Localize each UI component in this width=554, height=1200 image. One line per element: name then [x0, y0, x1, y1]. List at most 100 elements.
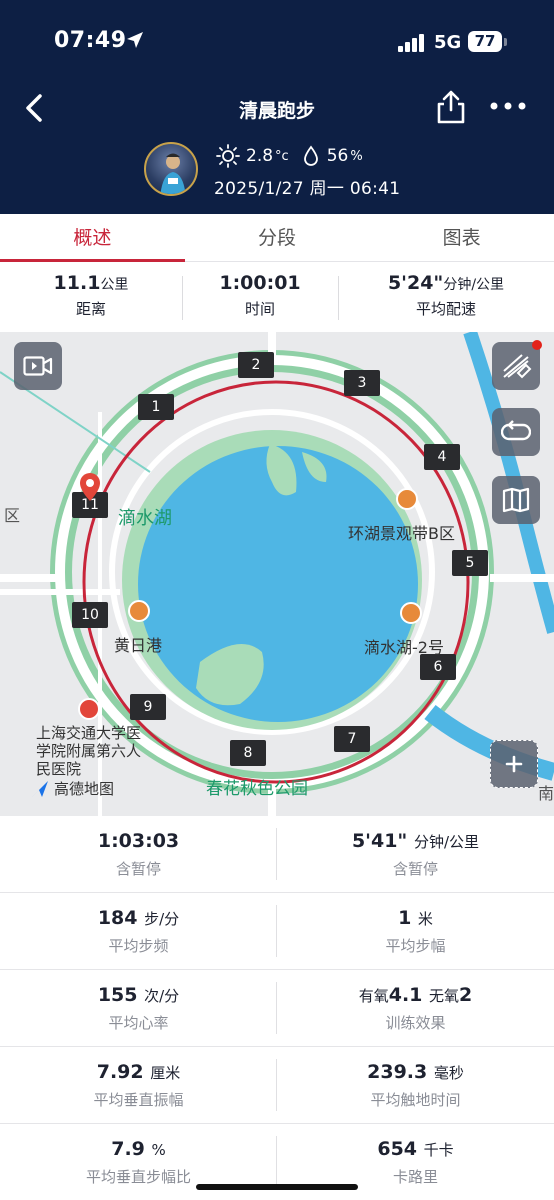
stride-label: 平均步幅: [385, 937, 446, 955]
humidity-value: 56: [326, 146, 349, 166]
cadence-label: 平均步频: [108, 937, 169, 955]
training-effect-label: 训练效果: [385, 1014, 446, 1032]
hospital-icon: [78, 698, 100, 720]
total-pace-unit: 分钟/公里: [413, 833, 480, 851]
status-bar: 07:49 5G 77: [0, 0, 554, 80]
km-marker-1: 1: [138, 394, 174, 420]
map-edge-right-label: 南: [538, 784, 554, 803]
zoom-in-button[interactable]: [490, 740, 538, 788]
calories-unit: 千卡: [423, 1141, 454, 1159]
video-button[interactable]: [14, 342, 62, 390]
total-time-cell: 1:03:03 含暂停: [0, 816, 277, 893]
avatar-figure-icon: [160, 153, 186, 194]
summary-stats: 11.1公里 距离 1:00:01 时间 5'24"分钟/公里 平均配速: [0, 262, 554, 332]
ground-contact-label: 平均触地时间: [370, 1091, 461, 1109]
heart-rate-unit: 次/分: [144, 987, 180, 1005]
map-provider-logo: 高德地图: [30, 778, 114, 799]
lake-label: 滴水湖: [118, 508, 172, 529]
cadence-unit: 步/分: [144, 910, 180, 928]
distance-label: 距离: [75, 300, 106, 318]
loop-icon: [501, 420, 531, 441]
page-title: 清晨跑步: [238, 100, 315, 122]
temperature-unit: °c: [275, 148, 289, 164]
network-type: 5G: [434, 32, 462, 53]
map-layer-icon: [502, 487, 530, 513]
total-pace-value: 5'41": [351, 830, 408, 852]
more-options-button[interactable]: [488, 96, 528, 116]
avatar[interactable]: [144, 142, 198, 196]
header-bar: 07:49 5G 77 清晨跑步 2.8 °c 56 % 2025/1/27 周…: [0, 0, 554, 214]
time-value: 1:00:01: [219, 272, 301, 294]
anaerobic-value: 2: [459, 984, 473, 1006]
poi-scenic-b-label: 环湖景观带B区: [348, 524, 455, 543]
detail-stats: 1:03:03 含暂停 5'41" 分钟/公里 含暂停 184 步/分 平均步频…: [0, 816, 554, 1200]
park-label: 春花秋色公园: [206, 779, 308, 799]
activity-datetime: 2025/1/27 周一 06:41: [214, 179, 401, 199]
poi-huangri-icon: [128, 600, 150, 622]
hospital-name: 上海交通大学医学院附属第六人民医院: [36, 724, 142, 778]
time-label: 时间: [244, 300, 275, 318]
aerobic-label: 有氧: [358, 987, 389, 1005]
poi-dishui2-label: 滴水湖-2号: [364, 638, 444, 657]
km-marker-4: 4: [424, 444, 460, 470]
ground-contact-value: 239.3: [367, 1061, 428, 1083]
detail-row: 155 次/分 平均心率 有氧4.1 无氧2 训练效果: [0, 970, 554, 1047]
start-pin-icon: [80, 473, 100, 501]
anaerobic-label: 无氧: [429, 987, 460, 1005]
km-marker-8: 8: [230, 740, 266, 766]
share-button[interactable]: [434, 88, 468, 126]
ground-contact-cell: 239.3 毫秒 平均触地时间: [277, 1047, 554, 1124]
map-layer-button[interactable]: [492, 476, 540, 524]
amap-logo-icon: [32, 780, 48, 797]
km-marker-9: 9: [130, 694, 166, 720]
vertical-osc-value: 7.92: [96, 1061, 144, 1083]
km-marker-10: 10: [72, 602, 108, 628]
vertical-osc-cell: 7.92 厘米 平均垂直振幅: [0, 1047, 277, 1124]
stride-unit: 米: [417, 910, 433, 928]
map-edge-left-label: 区: [4, 506, 21, 525]
home-indicator[interactable]: [196, 1184, 358, 1190]
cadence-cell: 184 步/分 平均步频: [0, 893, 277, 970]
tab-charts[interactable]: 图表: [369, 214, 554, 261]
km-marker-2: 2: [238, 352, 274, 378]
distance-unit: 公里: [100, 277, 129, 293]
detail-row: 184 步/分 平均步频 1 米 平均步幅: [0, 893, 554, 970]
battery-icon: 77: [468, 31, 502, 52]
poi-scenic-b-icon: [396, 488, 418, 510]
replay-button[interactable]: [492, 408, 540, 456]
tab-overview[interactable]: 概述: [0, 214, 185, 262]
location-arrow-icon: [127, 32, 143, 48]
ground-contact-unit: 毫秒: [433, 1064, 464, 1082]
heart-rate-cell: 155 次/分 平均心率: [0, 970, 277, 1047]
total-pace-cell: 5'41" 分钟/公里 含暂停: [277, 816, 554, 893]
track-style-button[interactable]: [492, 340, 542, 390]
vertical-ratio-value: 7.9: [111, 1138, 145, 1160]
pace-label: 平均配速: [415, 300, 476, 318]
tab-bar: 概述 分段 图表: [0, 214, 554, 262]
training-effect-cell: 有氧4.1 无氧2 训练效果: [277, 970, 554, 1047]
signal-icon: [398, 34, 424, 52]
plus-icon: [505, 755, 523, 773]
humidity-unit: %: [350, 148, 363, 164]
summary-time: 1:00:01 时间: [182, 262, 338, 332]
notification-dot: [532, 340, 542, 350]
poi-dishui2-icon: [400, 602, 422, 624]
distance-value: 11.1: [53, 272, 101, 294]
total-pace-label: 含暂停: [392, 860, 438, 878]
tab-splits[interactable]: 分段: [185, 214, 370, 261]
battery-tip: [504, 38, 507, 46]
stride-cell: 1 米 平均步幅: [277, 893, 554, 970]
poi-huangri-label: 黄日港: [114, 636, 163, 655]
route-map[interactable]: 1 2 3 4 5 6 7 8 9 10 11 滴水湖 环湖景观带B区 黄日港 …: [0, 332, 554, 816]
map-provider-name: 高德地图: [54, 780, 115, 798]
summary-pace: 5'24"分钟/公里 平均配速: [338, 262, 554, 332]
pace-value: 5'24": [387, 272, 444, 294]
hospital-label: 上海交通大学医学院附属第六人民医院: [36, 724, 146, 778]
heart-rate-value: 155: [97, 984, 138, 1006]
vertical-ratio-unit: %: [151, 1141, 166, 1159]
total-time-value: 1:03:03: [97, 830, 180, 852]
status-time: 07:49: [54, 28, 127, 53]
pace-unit: 分钟/公里: [443, 277, 505, 293]
aerobic-value: 4.1: [388, 984, 423, 1006]
temperature-value: 2.8: [246, 146, 274, 166]
